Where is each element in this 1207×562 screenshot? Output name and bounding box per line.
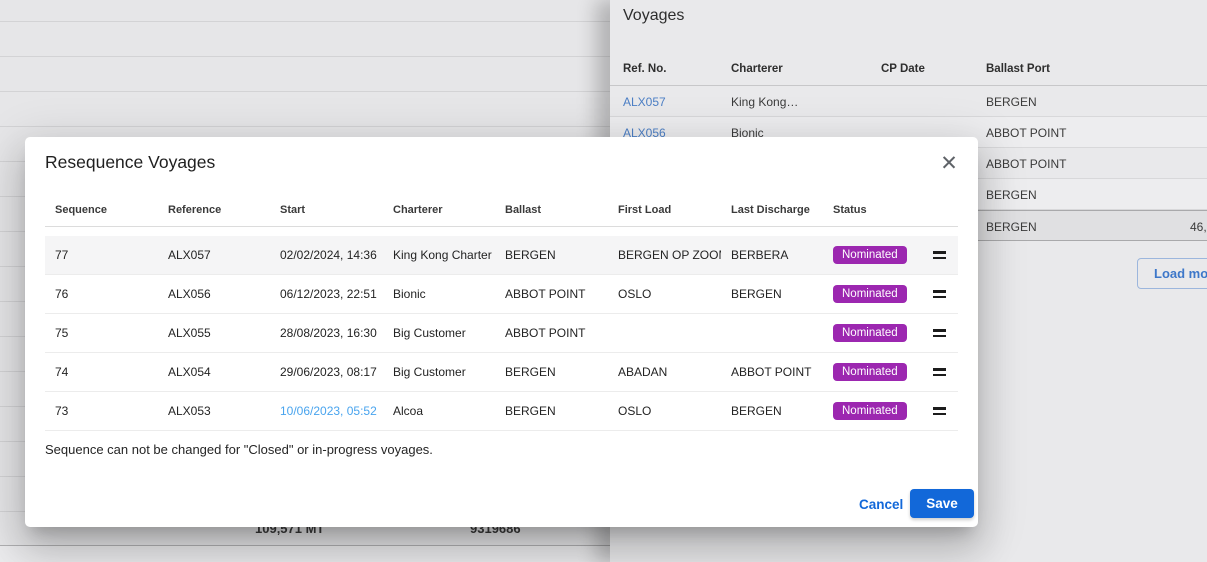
charterer-cell: Alcoa bbox=[383, 404, 495, 418]
reference-cell: ALX057 bbox=[158, 248, 270, 262]
drag-handle-icon[interactable] bbox=[933, 367, 946, 377]
first-load-cell: OSLO bbox=[608, 287, 721, 301]
charterer-cell: King Kong Charter bbox=[383, 248, 495, 262]
ballast-cell: ABBOT POINT bbox=[495, 287, 608, 301]
status-cell: Nominated bbox=[833, 363, 933, 381]
first-load-cell: BERGEN OP ZOOM bbox=[608, 248, 721, 262]
voyages-panel-title: Voyages bbox=[623, 7, 684, 25]
drag-cell bbox=[933, 328, 946, 338]
first-load-cell: ABADAN bbox=[608, 365, 721, 379]
col-sequence: Sequence bbox=[45, 204, 158, 216]
reference-cell: ALX056 bbox=[158, 287, 270, 301]
sequence-cell: 77 bbox=[45, 248, 158, 262]
charterer-cell: Bionic bbox=[383, 287, 495, 301]
sequence-note: Sequence can not be changed for "Closed"… bbox=[45, 442, 433, 457]
start-cell: 02/02/2024, 14:36 bbox=[270, 248, 383, 262]
status-badge: Nominated bbox=[833, 285, 907, 303]
ballast-port-cell: BERGEN bbox=[986, 188, 1037, 202]
ballast-cell: BERGEN bbox=[495, 404, 608, 418]
resequence-row[interactable]: 73 ALX053 10/06/2023, 05:52 Alcoa BERGEN… bbox=[45, 392, 958, 431]
table-spacer bbox=[45, 227, 958, 236]
totals-footer-strip bbox=[0, 546, 610, 562]
last-discharge-cell: BERGEN bbox=[721, 287, 833, 301]
drag-handle-icon[interactable] bbox=[933, 250, 946, 260]
first-load-cell: OSLO bbox=[608, 404, 721, 418]
resequence-row[interactable]: 74 ALX054 29/06/2023, 08:17 Big Customer… bbox=[45, 353, 958, 392]
ballast-port-cell: ABBOT POINT bbox=[986, 157, 1066, 171]
cancel-button[interactable]: Cancel bbox=[845, 490, 917, 518]
ref-no-link[interactable]: ALX057 bbox=[623, 95, 666, 109]
col-start: Start bbox=[270, 204, 383, 216]
voyages-table-header: Ref. No. Charterer CP Date Ballast Port bbox=[610, 55, 1207, 86]
status-cell: Nominated bbox=[833, 246, 933, 264]
sequence-cell: 74 bbox=[45, 365, 158, 379]
drag-cell bbox=[933, 250, 946, 260]
status-badge: Nominated bbox=[833, 363, 907, 381]
reference-cell: ALX055 bbox=[158, 326, 270, 340]
start-cell: 28/08/2023, 16:30 bbox=[270, 326, 383, 340]
charterer-cell: Big Customer bbox=[383, 326, 495, 340]
resequence-table-header: Sequence Reference Start Charterer Balla… bbox=[45, 194, 958, 227]
col-ballast-port: Ballast Port bbox=[986, 63, 1050, 75]
last-discharge-cell: ABBOT POINT bbox=[721, 365, 833, 379]
col-first-load: First Load bbox=[608, 204, 721, 216]
status-badge: Nominated bbox=[833, 324, 907, 342]
status-cell: Nominated bbox=[833, 324, 933, 342]
col-charterer: Charterer bbox=[731, 63, 783, 75]
ballast-port-cell: BERGEN bbox=[986, 220, 1037, 234]
col-cp-date: CP Date bbox=[881, 63, 925, 75]
charterer-cell: King Kong… bbox=[731, 95, 798, 109]
load-more-button[interactable]: Load more bbox=[1137, 258, 1207, 289]
reference-cell: ALX054 bbox=[158, 365, 270, 379]
drag-handle-icon[interactable] bbox=[933, 328, 946, 338]
start-date-link[interactable]: 10/06/2023, 05:52 bbox=[270, 404, 383, 418]
status-badge: Nominated bbox=[833, 246, 907, 264]
col-reference: Reference bbox=[158, 204, 270, 216]
ballast-port-cell: BERGEN bbox=[986, 95, 1037, 109]
status-badge: Nominated bbox=[833, 402, 907, 420]
drag-handle-icon[interactable] bbox=[933, 289, 946, 299]
drag-cell bbox=[933, 367, 946, 377]
resequence-voyages-dialog: Resequence Voyages ✕ Sequence Reference … bbox=[25, 137, 978, 527]
resequence-row[interactable]: 75 ALX055 28/08/2023, 16:30 Big Customer… bbox=[45, 314, 958, 353]
close-icon[interactable]: ✕ bbox=[935, 150, 963, 178]
drag-cell bbox=[933, 289, 946, 299]
voyage-row[interactable]: ALX057 King Kong… BERGEN bbox=[610, 86, 1207, 117]
extra-cell: 46,96 bbox=[1150, 220, 1207, 234]
drag-cell bbox=[933, 406, 946, 416]
reference-cell: ALX053 bbox=[158, 404, 270, 418]
col-charterer: Charterer bbox=[383, 204, 495, 216]
save-button[interactable]: Save bbox=[910, 489, 974, 518]
start-cell: 29/06/2023, 08:17 bbox=[270, 365, 383, 379]
status-cell: Nominated bbox=[833, 402, 933, 420]
col-ballast: Ballast bbox=[495, 204, 608, 216]
col-ref-no: Ref. No. bbox=[623, 63, 666, 75]
status-cell: Nominated bbox=[833, 285, 933, 303]
col-last-discharge: Last Discharge bbox=[721, 204, 833, 216]
resequence-table: Sequence Reference Start Charterer Balla… bbox=[45, 194, 958, 431]
resequence-row[interactable]: 77 ALX057 02/02/2024, 14:36 King Kong Ch… bbox=[45, 236, 958, 275]
col-status: Status bbox=[833, 204, 933, 216]
sequence-cell: 76 bbox=[45, 287, 158, 301]
start-cell: 06/12/2023, 22:51 bbox=[270, 287, 383, 301]
charterer-cell: Big Customer bbox=[383, 365, 495, 379]
sequence-cell: 75 bbox=[45, 326, 158, 340]
resequence-row[interactable]: 76 ALX056 06/12/2023, 22:51 Bionic ABBOT… bbox=[45, 275, 958, 314]
ballast-cell: BERGEN bbox=[495, 365, 608, 379]
sequence-cell: 73 bbox=[45, 404, 158, 418]
ballast-cell: ABBOT POINT bbox=[495, 326, 608, 340]
last-discharge-cell: BERBERA bbox=[721, 248, 833, 262]
drag-handle-icon[interactable] bbox=[933, 406, 946, 416]
last-discharge-cell: BERGEN bbox=[721, 404, 833, 418]
dialog-title: Resequence Voyages bbox=[45, 152, 215, 173]
ballast-port-cell: ABBOT POINT bbox=[986, 126, 1066, 140]
ballast-cell: BERGEN bbox=[495, 248, 608, 262]
